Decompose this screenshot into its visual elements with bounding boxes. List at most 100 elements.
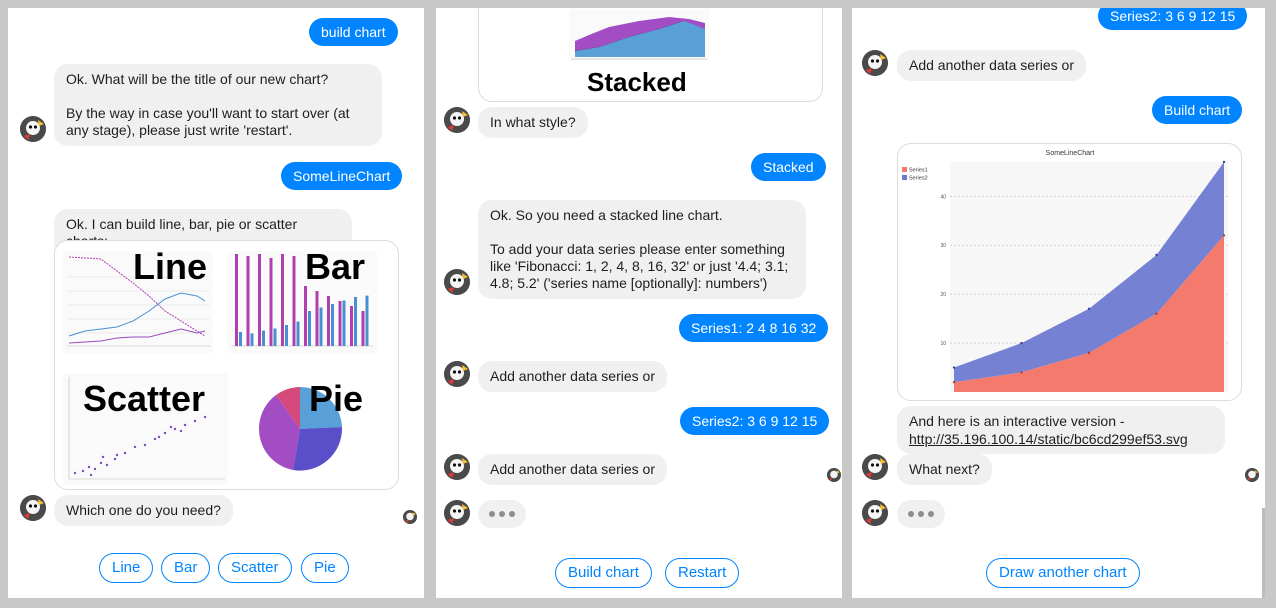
bot-message-stacked-info: Ok. So you need a stacked line chart. To… — [478, 200, 806, 299]
bar-thumbnail-bar — [342, 300, 346, 346]
scatter-thumbnail-point — [179, 429, 183, 433]
scatter-thumbnail-point — [89, 473, 93, 477]
chart-point-series2 — [1222, 160, 1226, 164]
bar-thumbnail-bar — [258, 254, 261, 346]
chart-title: SomeLineChart — [1046, 150, 1095, 157]
line-thumbnail: Line — [63, 246, 213, 353]
chart-point-series1 — [1222, 234, 1226, 237]
chat-panel-3: Series2: 3 6 9 12 15 Add another data se… — [852, 8, 1265, 598]
quick-reply-line[interactable]: Line — [99, 553, 154, 583]
scatter-thumbnail-point — [173, 427, 177, 431]
bot-message-text: Ok. What will be the title of our new ch… — [66, 71, 350, 138]
result-chart: SomeLineChart 10 20 30 40 Series1 Series2 — [902, 150, 1228, 392]
scatter-thumbnail-point — [193, 419, 197, 423]
interactive-chart-link[interactable]: http://35.196.100.14/static/bc6cd299ef53… — [909, 431, 1188, 447]
quick-reply-draw-another[interactable]: Draw another chart — [986, 558, 1140, 588]
scatter-thumbnail-point — [153, 437, 157, 441]
bot-message-style-question: In what style? — [478, 107, 588, 138]
user-message-series1: Series1: 2 4 8 16 32 — [679, 314, 829, 342]
bar-thumbnail-label: Bar — [305, 246, 365, 287]
bar-thumbnail: Bar — [227, 246, 377, 353]
bot-message-text: Which one do you need? — [66, 502, 221, 518]
chat-panel-1: build chart Ok. What will be the title o… — [8, 8, 424, 598]
chart-point-series2 — [952, 366, 956, 369]
user-message-series2: Series2: 3 6 9 12 15 — [1098, 8, 1248, 30]
chart-point-series1 — [1020, 371, 1023, 374]
quick-reply-restart[interactable]: Restart — [665, 558, 740, 588]
quick-reply-bar[interactable]: Bar — [161, 553, 211, 583]
bar-thumbnail-bar — [304, 286, 307, 346]
bot-message-text: And here is an interactive version - — [909, 413, 1125, 429]
bot-avatar — [444, 107, 470, 133]
typing-dot — [489, 511, 495, 517]
scatter-thumbnail-point — [81, 469, 85, 473]
typing-dot — [918, 511, 924, 517]
scatter-thumbnail-point — [143, 443, 147, 447]
scatter-thumbnail-point — [73, 471, 77, 475]
stacked-thumbnail-label: Stacked — [587, 67, 687, 97]
line-thumbnail-label: Line — [133, 246, 207, 287]
bot-avatar — [444, 454, 470, 480]
chart-legend-label: Series1 — [909, 168, 928, 174]
pie-thumbnail: Pie — [258, 378, 363, 471]
scatter-thumbnail-point — [115, 453, 119, 457]
typing-dot — [928, 511, 934, 517]
bar-thumbnail-bar — [273, 328, 277, 346]
chart-legend-swatch — [902, 167, 907, 172]
scatter-thumbnail-label: Scatter — [83, 378, 205, 419]
bar-thumbnail-bar — [350, 306, 353, 346]
bar-thumbnail-bar — [285, 325, 288, 346]
chart-point-series2 — [1087, 307, 1091, 311]
typing-dot — [509, 511, 515, 517]
typing-indicator — [897, 500, 945, 528]
user-message-stacked: Stacked — [751, 153, 826, 181]
chart-y-tick-label: 30 — [940, 243, 946, 249]
scatter-thumbnail-point — [105, 463, 109, 467]
bar-thumbnail-bar — [354, 297, 357, 346]
quick-reply-build-chart[interactable]: Build chart — [555, 558, 652, 588]
scatter-thumbnail-point — [113, 457, 117, 461]
bar-thumbnail-bar — [269, 258, 273, 346]
bar-thumbnail-bar — [315, 291, 319, 346]
stacked-thumbnail: Stacked — [569, 9, 709, 97]
bar-thumbnail-bar — [239, 332, 242, 346]
pie-thumbnail-label: Pie — [309, 378, 363, 419]
user-message-title: SomeLineChart — [281, 162, 403, 190]
bot-avatar — [444, 500, 470, 526]
bar-thumbnail-bar — [338, 301, 342, 346]
bot-message-text: What next? — [909, 461, 980, 477]
bar-thumbnail-bar — [361, 311, 365, 346]
bar-thumbnail-bar — [308, 311, 311, 346]
bot-avatar — [862, 500, 888, 526]
quick-reply-scatter[interactable]: Scatter — [218, 553, 292, 583]
scatter-thumbnail: Scatter — [63, 373, 228, 485]
bar-thumbnail-bar — [281, 254, 284, 346]
stacked-image-card: Stacked — [478, 8, 823, 102]
bot-avatar — [20, 116, 46, 142]
typing-indicator — [478, 500, 526, 528]
bot-message-title-question: Ok. What will be the title of our new ch… — [54, 64, 382, 146]
bot-message-text: Add another data series or — [490, 461, 655, 477]
bar-thumbnail-bar — [365, 295, 369, 346]
bar-thumbnail-bar — [319, 307, 323, 346]
bar-thumbnail-bar — [296, 321, 300, 346]
scatter-thumbnail-point — [169, 425, 173, 429]
scrollbar[interactable] — [1262, 508, 1265, 598]
bot-message-add-another: Add another data series or — [478, 454, 667, 485]
bot-message-add-another: Add another data series or — [897, 50, 1086, 81]
bar-thumbnail-bar — [331, 304, 334, 346]
chart-legend-swatch — [902, 175, 907, 180]
chart-types-thumbnail: Line Bar Scatter Pie — [63, 246, 377, 485]
bot-message-text: Ok. So you need a stacked line chart. To… — [490, 207, 789, 291]
quick-reply-pie[interactable]: Pie — [301, 553, 349, 583]
scatter-thumbnail-point — [87, 465, 91, 469]
scatter-thumbnail-point — [99, 461, 103, 465]
read-receipt-avatar — [1245, 468, 1259, 482]
bot-message-which: Which one do you need? — [54, 495, 233, 526]
bot-message-text: In what style? — [490, 114, 576, 130]
typing-dot — [908, 511, 914, 517]
bot-message-interactive: And here is an interactive version - htt… — [897, 406, 1225, 454]
typing-dot — [499, 511, 505, 517]
bot-avatar — [20, 495, 46, 521]
bar-thumbnail-bar — [246, 256, 250, 346]
